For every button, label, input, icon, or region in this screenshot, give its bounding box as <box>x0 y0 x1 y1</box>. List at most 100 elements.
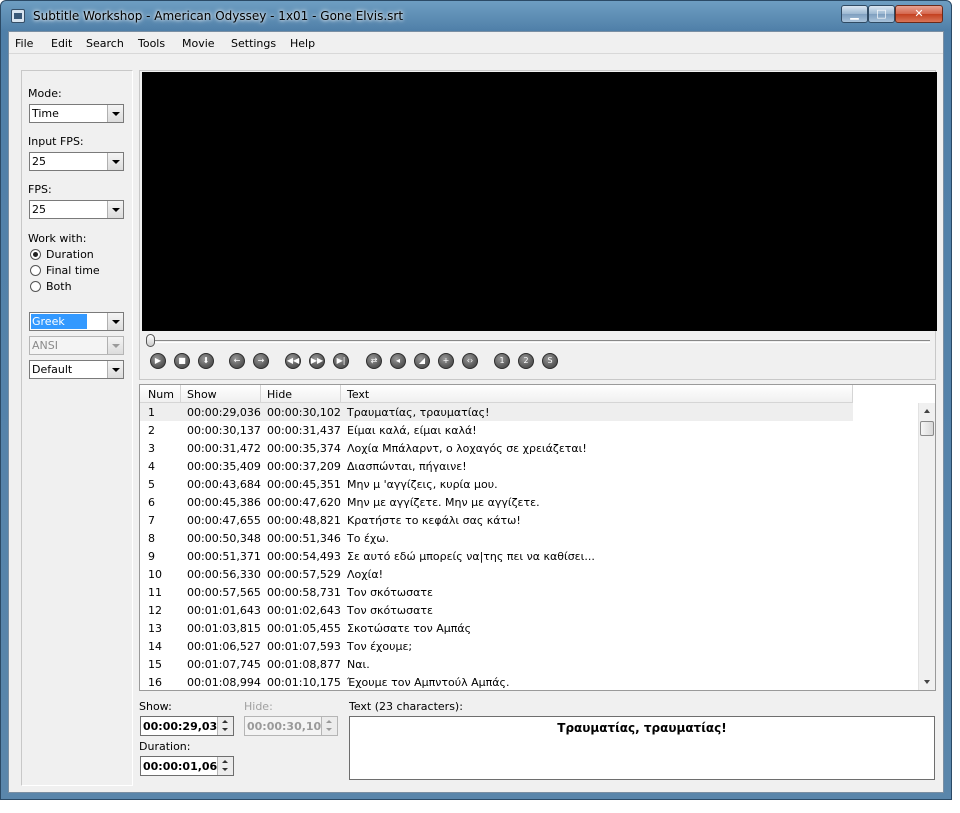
down-arrow-button[interactable]: ⬇ <box>198 353 214 369</box>
table-row[interactable]: 9 00:00:51,371 00:00:54,493 Σε αυτό εδώ μπο… <box>140 547 853 565</box>
mode-value: Time <box>32 107 59 120</box>
table-row[interactable]: 3 00:00:31,472 00:00:35,374 Λοχία Μπάλαρντ,… <box>140 439 853 457</box>
mode-select[interactable]: Time <box>29 104 124 123</box>
table-row[interactable]: 12 00:01:01,643 00:01:02,643 Τον σκότωσατε <box>140 601 853 619</box>
duration-field[interactable]: 00:00:01,066 <box>140 756 234 776</box>
vertical-scrollbar[interactable] <box>918 403 935 690</box>
cell-show: 00:00:31,472 <box>187 442 261 455</box>
spin-arrows-icon[interactable] <box>217 757 233 775</box>
menu-search[interactable]: Search <box>86 37 124 50</box>
table-row[interactable]: 10 00:00:56,330 00:00:57,529 Λοχία! <box>140 565 853 583</box>
app-icon[interactable] <box>11 9 25 23</box>
menu-file[interactable]: File <box>15 37 33 50</box>
radio-button[interactable] <box>30 265 41 276</box>
fast-forward-button[interactable]: ▶▶ <box>309 353 325 369</box>
radio-button[interactable] <box>30 249 41 260</box>
set-end-button[interactable]: ◢ <box>414 353 430 369</box>
radio-final-time[interactable]: Final time <box>30 264 100 277</box>
column-hide[interactable]: Hide <box>267 388 292 401</box>
seek-bar[interactable] <box>150 340 930 343</box>
window-title: Subtitle Workshop - American Odyssey - 1… <box>33 9 404 23</box>
subtitle-text-editor[interactable]: Τραυματίας, τραυματίας! <box>349 716 935 780</box>
language-select[interactable]: Greek <box>29 312 124 331</box>
chevron-down-icon[interactable] <box>107 105 123 122</box>
chevron-down-icon[interactable] <box>107 361 123 378</box>
input-fps-value: 25 <box>32 155 46 168</box>
table-row[interactable]: 2 00:00:30,137 00:00:31,437 Είμαι καλά, είμ… <box>140 421 853 439</box>
table-row[interactable]: 11 00:00:57,565 00:00:58,731 Τον σκότωσατε <box>140 583 853 601</box>
cell-show: 00:01:06,527 <box>187 640 261 653</box>
radio-button[interactable] <box>30 281 41 292</box>
charset-value: ANSI <box>32 339 58 352</box>
table-row[interactable]: 13 00:01:03,815 00:01:05,455 Σκοτώσατε τον … <box>140 619 853 637</box>
show-time-field[interactable]: 00:00:29,036 <box>140 716 234 736</box>
column-divider[interactable] <box>852 385 853 403</box>
scroll-thumb[interactable] <box>920 421 934 436</box>
code-button[interactable]: ‹› <box>462 353 478 369</box>
scroll-up-icon[interactable] <box>919 403 935 419</box>
video-preview[interactable] <box>142 72 937 331</box>
cell-show: 00:00:57,565 <box>187 586 261 599</box>
maximize-button[interactable]: □ <box>868 5 895 23</box>
cell-hide: 00:00:54,493 <box>267 550 341 563</box>
cell-show: 00:00:35,409 <box>187 460 261 473</box>
table-row[interactable]: 1 00:00:29,036 00:00:30,102 Τραυματίας, τρα… <box>140 403 853 421</box>
add-subtitle-button[interactable]: + <box>438 353 454 369</box>
fps-select[interactable]: 25 <box>29 200 124 219</box>
profile-value: Default <box>32 363 73 376</box>
sync-button[interactable]: S <box>542 353 558 369</box>
minimize-button[interactable]: ▁ <box>841 5 868 23</box>
table-row[interactable]: 15 00:01:07,745 00:01:08,877 Ναι. <box>140 655 853 673</box>
cell-hide: 00:01:02,643 <box>267 604 341 617</box>
table-row[interactable]: 5 00:00:43,684 00:00:45,351 Μην μ 'αγγίζεις… <box>140 475 853 493</box>
cell-hide: 00:00:47,620 <box>267 496 341 509</box>
video-panel: ▶ ■ ⬇ ← → ◀◀ ▶▶ ▶| ⇄ ◂ ◢ + ‹› 1 2 S <box>139 70 937 380</box>
end-time-button[interactable]: 2 <box>518 353 534 369</box>
left-arrow-button[interactable]: ← <box>229 353 245 369</box>
start-time-button[interactable]: 1 <box>494 353 510 369</box>
table-row[interactable]: 6 00:00:45,386 00:00:47,620 Μην με αγγίζετε… <box>140 493 853 511</box>
menu-movie[interactable]: Movie <box>182 37 215 50</box>
chevron-down-icon[interactable] <box>107 153 123 170</box>
step-forward-button[interactable]: ▶| <box>333 353 349 369</box>
menu-edit[interactable]: Edit <box>51 37 72 50</box>
table-row[interactable]: 16 00:01:08,994 00:01:10,175 Έχουμε τον Αμπ… <box>140 673 853 690</box>
close-button[interactable]: ✕ <box>895 5 943 23</box>
set-start-button[interactable]: ◂ <box>390 353 406 369</box>
radio-both[interactable]: Both <box>30 280 72 293</box>
table-row[interactable]: 8 00:00:50,348 00:00:51,346 Το έχω. <box>140 529 853 547</box>
rewind-button[interactable]: ◀◀ <box>285 353 301 369</box>
work-with-label: Work with: <box>28 232 87 245</box>
seek-thumb[interactable] <box>146 334 155 347</box>
play-button[interactable]: ▶ <box>150 353 166 369</box>
column-divider[interactable] <box>260 385 261 403</box>
table-row[interactable]: 14 00:01:06,527 00:01:07,593 Τον έχουμε; <box>140 637 853 655</box>
column-num[interactable]: Num <box>148 388 174 401</box>
input-fps-select[interactable]: 25 <box>29 152 124 171</box>
title-bar[interactable]: Subtitle Workshop - American Odyssey - 1… <box>1 1 951 31</box>
cell-hide: 00:00:58,731 <box>267 586 341 599</box>
scroll-down-icon[interactable] <box>919 674 935 690</box>
menu-tools[interactable]: Tools <box>138 37 165 50</box>
duration-label: Duration: <box>139 740 191 753</box>
subtitle-grid[interactable]: Num Show Hide Text 1 00:00:29,036 00:00:30… <box>139 384 936 691</box>
right-arrow-button[interactable]: → <box>253 353 269 369</box>
column-divider[interactable] <box>180 385 181 403</box>
table-row[interactable]: 4 00:00:35,409 00:00:37,209 Διασπώνται, πήγ… <box>140 457 853 475</box>
radio-duration[interactable]: Duration <box>30 248 94 261</box>
column-text[interactable]: Text <box>347 388 369 401</box>
chevron-down-icon[interactable] <box>107 313 123 330</box>
spin-arrows-icon[interactable] <box>217 717 233 735</box>
chevron-down-icon[interactable] <box>107 201 123 218</box>
spin-arrows-icon <box>321 717 337 735</box>
menu-settings[interactable]: Settings <box>231 37 276 50</box>
menu-help[interactable]: Help <box>290 37 315 50</box>
stop-button[interactable]: ■ <box>174 353 190 369</box>
column-divider[interactable] <box>340 385 341 403</box>
table-row[interactable]: 7 00:00:47,655 00:00:48,821 Κρατήστε το κεφ… <box>140 511 853 529</box>
loop-button[interactable]: ⇄ <box>366 353 382 369</box>
cell-hide: 00:01:10,175 <box>267 676 341 689</box>
profile-select[interactable]: Default <box>29 360 124 379</box>
column-show[interactable]: Show <box>187 388 217 401</box>
cell-show: 00:00:50,348 <box>187 532 261 545</box>
